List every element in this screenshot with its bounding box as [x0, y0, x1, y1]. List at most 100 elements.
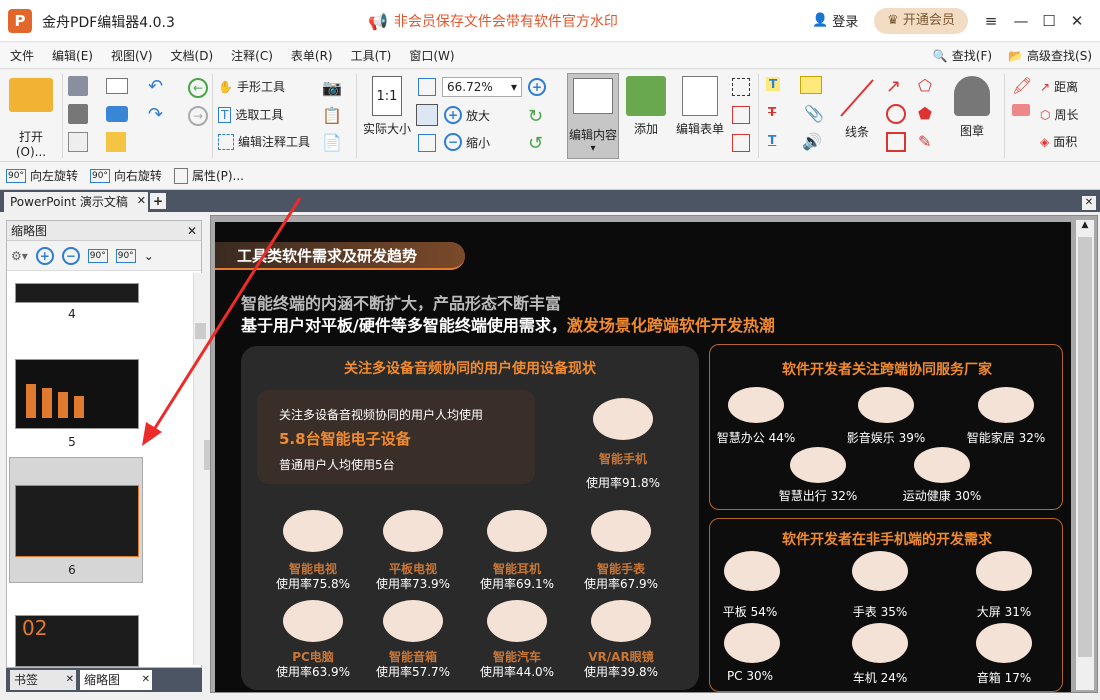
chevron-down-icon: ▾ [510, 80, 517, 94]
new-tab-button[interactable]: + [150, 193, 166, 209]
speaker-icon[interactable]: 🔊 [802, 132, 822, 151]
thumbnail-tab[interactable]: 缩略图 ✕ [80, 670, 152, 690]
line-button[interactable]: 线条 [832, 76, 882, 140]
menu-tools[interactable]: 工具(T) [351, 47, 392, 64]
rotate-right-button[interactable]: 90° 向右旋转 [89, 167, 162, 184]
ellipse-icon[interactable] [886, 104, 906, 124]
marker-icon[interactable]: 🖍 [1012, 76, 1032, 95]
pentagon-icon[interactable]: ⬟ [918, 104, 932, 123]
user-icon: 👤 [812, 13, 829, 28]
bookmark-tab[interactable]: 书签 ✕ [10, 670, 76, 690]
close-tab-icon[interactable]: ✕ [137, 191, 146, 211]
advanced-find-button[interactable]: 📂 高级查找(S) [1008, 47, 1092, 64]
scroll-up-icon[interactable]: ▲ [1076, 220, 1094, 236]
actual-size-button[interactable]: 1:1 实际大小 [360, 76, 414, 137]
thumbnail-page-4[interactable] [15, 283, 139, 303]
zoom-in-small-icon[interactable]: + [528, 78, 546, 96]
edit-form-button[interactable]: 编辑表单 [672, 76, 728, 137]
settings-icon[interactable]: ⚙▾ [11, 249, 28, 263]
login-button[interactable]: 👤 登录 [812, 11, 858, 30]
rotate-thumbnail-right-icon[interactable]: 90° [115, 248, 136, 263]
camera-icon[interactable]: 📷 [322, 78, 342, 97]
forward-icon[interactable]: → [188, 106, 208, 126]
close-document-icon[interactable]: ✕ [1082, 196, 1096, 210]
enlarge-thumbnail-icon[interactable]: + [35, 246, 54, 265]
rectangle-icon[interactable] [886, 132, 906, 152]
quick-toolbar: 90° 向左旋转 90° 向右旋转 属性(P)... [0, 162, 1100, 190]
check-box-icon[interactable] [732, 134, 750, 152]
menu-document[interactable]: 文档(D) [171, 47, 214, 64]
export-icon[interactable] [68, 132, 88, 152]
stamp-button[interactable]: 图章 [944, 76, 1000, 139]
find-button[interactable]: 🔍 查找(F) [933, 47, 992, 64]
copy-icon[interactable]: 📄 [322, 133, 342, 152]
expand-icon[interactable]: ⌄ [144, 249, 154, 263]
menu-edit[interactable]: 编辑(E) [52, 47, 93, 64]
minimize-button[interactable]: — [1010, 10, 1032, 32]
arrow-icon[interactable]: ↗ [886, 76, 901, 97]
menu-view[interactable]: 视图(V) [111, 47, 153, 64]
paperclip-icon[interactable]: 📎 [804, 104, 824, 123]
print-icon[interactable] [68, 104, 88, 124]
fit-visible-icon[interactable] [418, 134, 436, 152]
search-icon: 🔍 [932, 48, 948, 63]
shrink-thumbnail-icon[interactable]: − [61, 246, 80, 265]
text-field-icon[interactable] [732, 78, 750, 96]
zoom-out-button[interactable]: − 缩小 [444, 133, 490, 151]
rotate-ccw-icon[interactable]: ↺ [528, 133, 543, 154]
cloud-icon[interactable] [106, 106, 128, 122]
close-tab-icon[interactable]: ✕ [66, 670, 74, 690]
redo-icon[interactable]: ↷ [148, 104, 163, 125]
area-button[interactable]: ◈ 面积 [1040, 133, 1077, 150]
highlight-text-icon[interactable]: T [766, 77, 781, 91]
pencil-icon[interactable]: ✎ [918, 132, 931, 151]
comment-icon[interactable] [800, 76, 822, 94]
document-tab[interactable]: PowerPoint 演示文稿 ✕ [4, 192, 148, 212]
undo-icon[interactable]: ↶ [148, 76, 163, 97]
non-phone-dev-panel: 软件开发者在非手机端的开发需求 平板 54% 手表 35% 大屏 31% PC … [709, 518, 1063, 692]
rotate-cw-icon[interactable]: ↻ [528, 106, 543, 127]
close-panel-icon[interactable]: ✕ [187, 221, 197, 241]
hand-tool-button[interactable]: ✋ 手形工具 [218, 78, 285, 95]
fit-page-icon[interactable] [418, 78, 436, 96]
edit-content-button[interactable]: 编辑内容 ▾ [567, 73, 619, 159]
menu-annotate[interactable]: 注释(C) [231, 47, 273, 64]
back-icon[interactable]: ← [188, 78, 208, 98]
menu-form[interactable]: 表单(R) [291, 47, 333, 64]
scrollbar-thumb[interactable] [195, 323, 206, 339]
new-doc-icon[interactable] [106, 132, 126, 152]
perimeter-button[interactable]: ⬡ 周长 [1040, 106, 1079, 123]
menu-file[interactable]: 文件 [10, 47, 34, 64]
thumbnail-page-6[interactable] [15, 485, 139, 557]
thumbnail-page-7[interactable]: 02 [15, 615, 139, 667]
properties-button[interactable]: 属性(P)... [173, 167, 244, 184]
close-tab-icon[interactable]: ✕ [142, 670, 150, 690]
edit-annotation-button[interactable]: 编辑注释工具 [218, 133, 310, 150]
clipboard-icon[interactable]: 📋 [322, 106, 342, 125]
strikeout-icon[interactable]: T [768, 105, 776, 119]
rotate-left-button[interactable]: 90° 向左旋转 [6, 167, 78, 184]
save-icon[interactable] [68, 76, 88, 96]
eraser-icon[interactable] [1012, 104, 1030, 116]
polygon-icon[interactable]: ⬠ [918, 76, 932, 95]
mail-icon[interactable] [106, 78, 128, 94]
menu-window[interactable]: 窗口(W) [409, 47, 454, 64]
close-button[interactable]: ✕ [1066, 10, 1088, 32]
zoom-in-button[interactable]: + 放大 [444, 106, 490, 124]
add-button[interactable]: 添加 [622, 76, 670, 137]
fit-width-icon[interactable] [416, 104, 438, 126]
watermark-notice[interactable]: 📢 非会员保存文件会带有软件官方水印 [368, 11, 618, 31]
member-button[interactable]: ♛ 开通会员 [874, 8, 968, 34]
maximize-button[interactable]: ☐ [1038, 10, 1060, 32]
thumbnail-page-5[interactable] [15, 359, 139, 429]
scrollbar-thumb[interactable] [1078, 237, 1092, 657]
open-button[interactable]: 打开(O)... [4, 78, 58, 159]
zoom-select[interactable]: 66.72% ▾ [442, 77, 522, 97]
text-box-icon[interactable] [732, 106, 750, 124]
menu-icon[interactable]: ≡ [980, 10, 1002, 32]
select-tool-button[interactable]: T 选取工具 [218, 106, 283, 123]
underline-icon[interactable]: T [768, 133, 776, 147]
distance-button[interactable]: ↗ 距离 [1040, 78, 1078, 95]
page-scrollbar[interactable]: ▲ [1076, 220, 1094, 690]
rotate-thumbnail-left-icon[interactable]: 90° [87, 248, 108, 263]
